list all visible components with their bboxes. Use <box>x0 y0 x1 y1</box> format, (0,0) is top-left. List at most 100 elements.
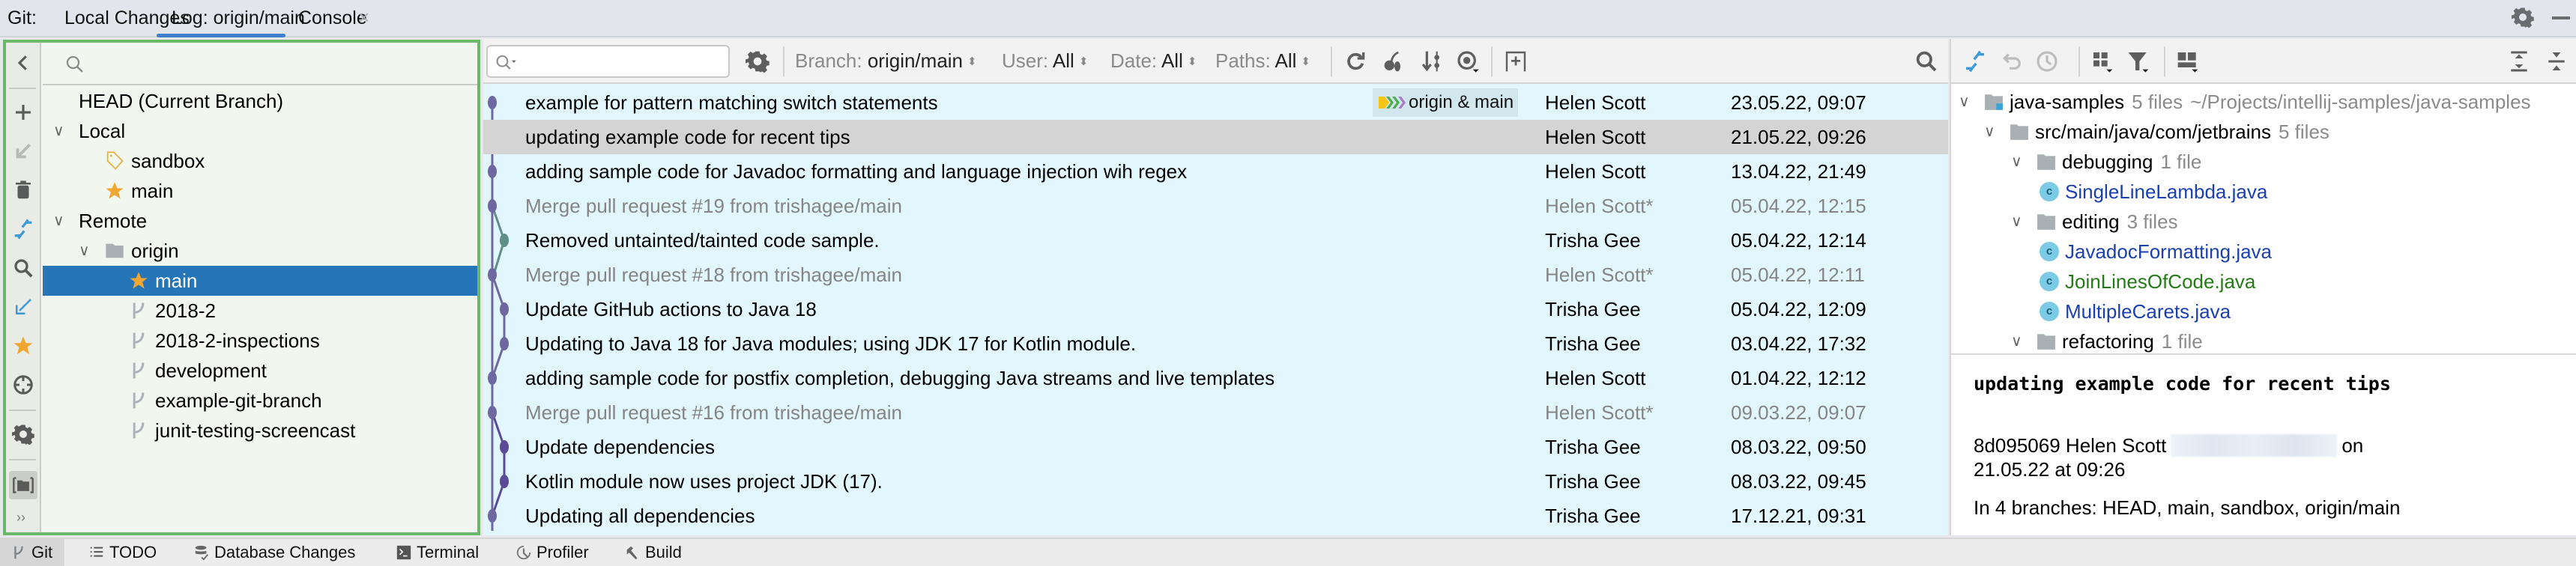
chevron-down-icon[interactable]: ∨ <box>79 236 90 266</box>
group-by-icon[interactable] <box>2090 49 2114 73</box>
tree-node-head[interactable]: HEAD (Current Branch) <box>43 86 477 116</box>
tab-log[interactable]: Log: origin/main <box>172 7 305 29</box>
commit-row[interactable]: example for pattern matching switch stat… <box>483 85 1948 120</box>
divider <box>2164 46 2165 76</box>
commit-row[interactable]: updating example code for recent tips Hel… <box>483 120 1948 154</box>
settings-icon[interactable] <box>746 49 770 73</box>
chevron-down-icon[interactable]: ∨ <box>53 116 64 146</box>
changed-folder[interactable]: ∨ src/main/java/com/jetbrains 5 files <box>1984 117 2576 147</box>
revert-icon[interactable] <box>2001 49 2025 73</box>
changes-toolbar <box>1951 39 2576 84</box>
filter-icon[interactable] <box>2126 49 2150 73</box>
changed-file[interactable]: c JavadocFormatting.java <box>2040 237 2576 267</box>
open-new-tab-icon[interactable] <box>1504 49 1528 73</box>
search-icon[interactable] <box>12 257 34 279</box>
branch-filter[interactable]: Branch: origin/main ⬍ <box>795 49 977 73</box>
divider <box>2078 46 2080 76</box>
tool-terminal[interactable]: Terminal <box>396 539 479 566</box>
tree-node-local[interactable]: ∨ Local <box>43 116 477 146</box>
changed-file[interactable]: c MultipleCarets.java <box>2040 296 2576 326</box>
close-icon[interactable]: × <box>358 6 369 29</box>
delete-icon[interactable] <box>12 179 34 201</box>
commit-message: Update dependencies <box>525 436 715 458</box>
more-icon[interactable]: ›› <box>16 510 25 526</box>
commit-row[interactable]: Updating all dependencies Trisha Gee 17.12… <box>483 499 1948 533</box>
file-name: refactoring 1 file <box>2062 326 2203 356</box>
changed-file[interactable]: c JoinLinesOfCode.java <box>2040 267 2576 296</box>
expand-all-icon[interactable] <box>2507 49 2531 73</box>
tree-node-branch[interactable]: development <box>43 356 477 386</box>
gear-icon[interactable] <box>2512 6 2534 28</box>
tree-node-branch[interactable]: main <box>43 176 477 206</box>
commit-row[interactable]: Merge pull request #18 from trishagee/ma… <box>483 258 1948 292</box>
branch-search-field[interactable] <box>43 43 477 85</box>
history-icon[interactable] <box>2035 49 2059 73</box>
changed-folder[interactable]: ∨ editing 3 files <box>2011 207 2576 237</box>
chevron-down-icon[interactable]: ∨ <box>2011 326 2022 356</box>
commit-row[interactable]: adding sample code for postfix completio… <box>483 361 1948 395</box>
java-class-icon: c <box>2040 182 2059 201</box>
commit-row[interactable]: Updating to Java 18 for Java modules; us… <box>483 326 1948 361</box>
commit-row[interactable]: Removed untainted/tainted code sample. Tr… <box>483 223 1948 258</box>
view-options-icon[interactable] <box>1456 49 1480 73</box>
collapse-icon[interactable] <box>12 52 34 74</box>
commit-row[interactable]: Update dependencies Trisha Gee 08.03.22, 0… <box>483 430 1948 464</box>
commit-row[interactable]: adding sample code for Javadoc formattin… <box>483 154 1948 189</box>
sort-commits-icon[interactable] <box>1420 49 1444 73</box>
commit-row[interactable]: Merge pull request #19 from trishagee/ma… <box>483 189 1948 223</box>
commit-hash[interactable]: 8d095069 <box>1974 434 2061 457</box>
tool-database-changes[interactable]: Database Changes <box>193 539 355 566</box>
paths-filter[interactable]: Paths: All ⬍ <box>1215 49 1310 73</box>
tree-node-branch[interactable]: junit-testing-screencast <box>43 416 477 445</box>
user-filter[interactable]: User: All ⬍ <box>1002 49 1088 73</box>
commit-row[interactable]: Update GitHub actions to Java 18 Trisha G… <box>483 292 1948 326</box>
tab-console[interactable]: Console <box>298 7 367 29</box>
add-icon[interactable] <box>12 101 34 124</box>
changed-file[interactable]: c SingleLineLambda.java <box>2040 177 2576 207</box>
tree-node-branch[interactable]: example-git-branch <box>43 386 477 416</box>
compare-icon[interactable] <box>1963 49 1987 73</box>
chevron-down-icon[interactable]: ∨ <box>1984 117 1995 147</box>
tree-node-branch-selected[interactable]: main <box>43 266 477 296</box>
tool-todo[interactable]: TODO <box>88 539 157 566</box>
tree-node-remote[interactable]: ∨ Remote <box>43 206 477 236</box>
tree-node-branch[interactable]: 2018-2 <box>43 296 477 326</box>
group-by-directory-icon[interactable] <box>9 471 37 499</box>
tree-node-branch[interactable]: 2018-2-inspections <box>43 326 477 356</box>
favorite-icon[interactable] <box>12 335 34 357</box>
changed-folder[interactable]: ∨ debugging 1 file <box>2011 147 2576 177</box>
update-icon[interactable] <box>12 140 34 162</box>
changed-folder[interactable]: ∨ refactoring 1 file <box>2011 326 2576 356</box>
tree-node-branch[interactable]: sandbox <box>43 146 477 176</box>
changed-folder[interactable]: ∨ java-samples 5 files ~/Projects/intellij-… <box>1959 87 2576 117</box>
minimize-icon[interactable] <box>2552 16 2570 19</box>
collapse-all-icon[interactable] <box>2545 49 2569 73</box>
commit-row[interactable]: Kotlin module now uses project JDK (17).… <box>483 464 1948 499</box>
log-search-field[interactable] <box>486 45 730 78</box>
chevron-down-icon[interactable]: ∨ <box>53 206 64 236</box>
tool-git[interactable]: Git <box>0 539 65 566</box>
folder-icon <box>2010 124 2028 140</box>
chevron-down-icon[interactable]: ∨ <box>2011 207 2022 237</box>
commit-author: Trisha Gee <box>1545 298 1641 320</box>
refresh-icon[interactable] <box>1343 49 1367 73</box>
ref-badge[interactable]: origin & main <box>1373 88 1519 117</box>
commit-row[interactable]: Merge pull request #16 from trishagee/ma… <box>483 395 1948 430</box>
tab-local-changes[interactable]: Local Changes <box>64 7 190 29</box>
node-name: src/main/java/com/jetbrains <box>2035 121 2271 143</box>
chevron-down-icon[interactable]: ∨ <box>2011 147 2022 177</box>
tool-profiler[interactable]: Profiler <box>515 539 589 566</box>
compare-icon[interactable] <box>12 218 34 240</box>
search-icon[interactable] <box>1914 49 1938 73</box>
date-filter[interactable]: Date: All ⬍ <box>1110 49 1197 73</box>
tree-node-origin[interactable]: ∨ origin <box>43 236 477 266</box>
tool-build[interactable]: Build <box>624 539 682 566</box>
checkout-icon[interactable] <box>12 296 34 318</box>
locate-icon[interactable] <box>12 374 34 396</box>
tree-node-label: junit-testing-screencast <box>155 419 356 442</box>
layout-icon[interactable] <box>2176 49 2200 73</box>
settings-icon[interactable] <box>12 423 34 445</box>
chevron-down-icon[interactable]: ∨ <box>1959 87 1970 117</box>
cherry-pick-icon[interactable] <box>1382 49 1406 73</box>
commit-date: 09.03.22, 09:07 <box>1731 401 1866 424</box>
